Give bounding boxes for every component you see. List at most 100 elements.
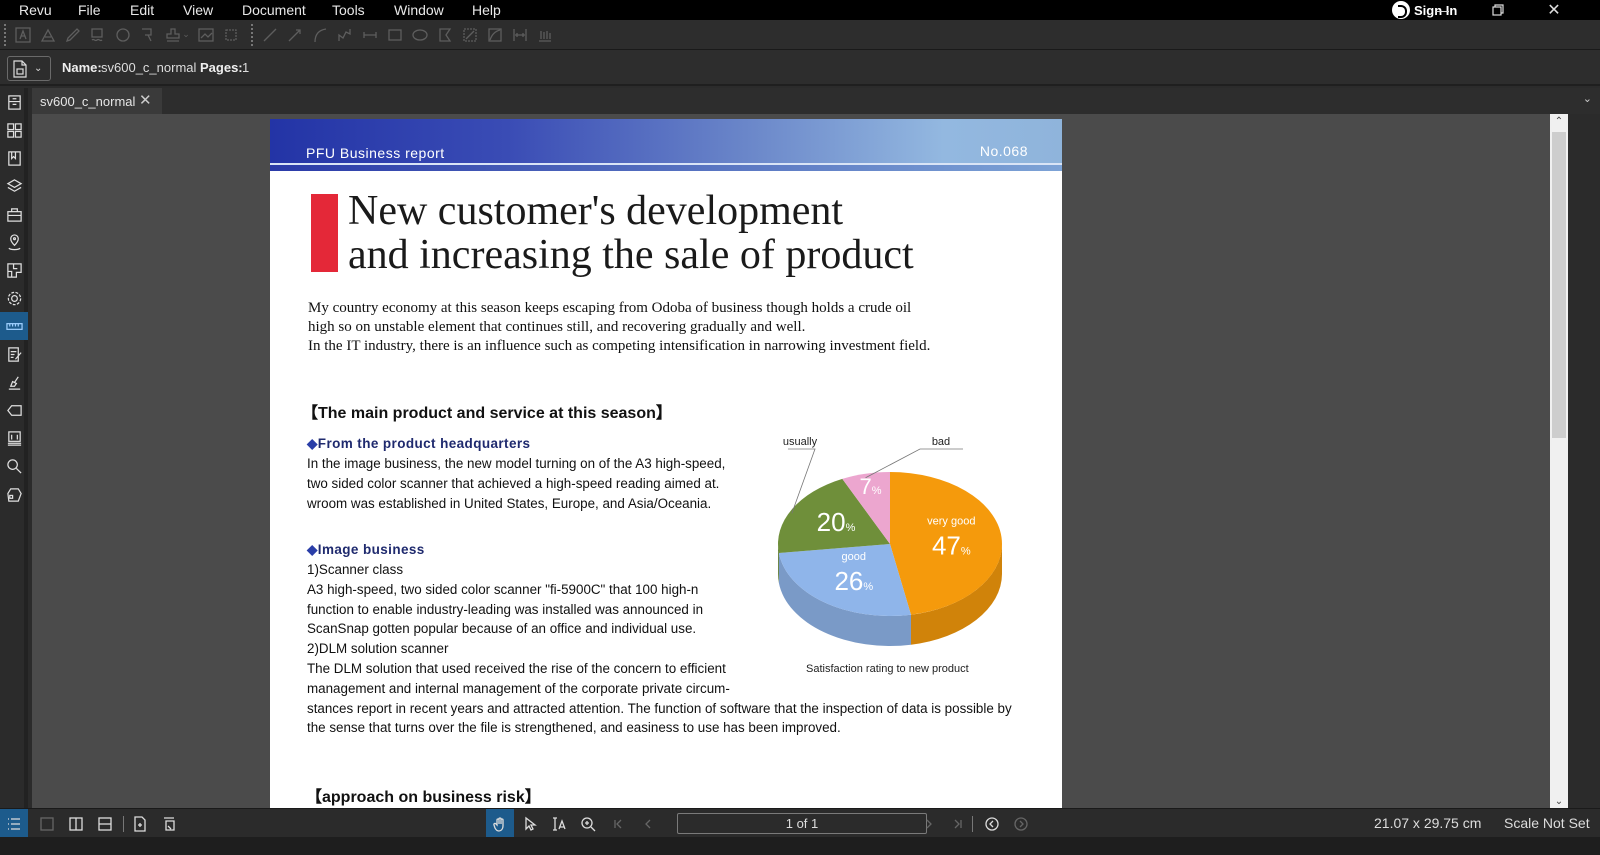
rectangle-tool[interactable] bbox=[384, 24, 406, 46]
tags-button[interactable] bbox=[0, 396, 28, 424]
name-value: sv600_c_normal bbox=[101, 60, 197, 75]
text-line: two sided color scanner that achieved a … bbox=[307, 475, 720, 491]
scroll-down-button[interactable]: ⌄ bbox=[1550, 794, 1568, 808]
close-window-button[interactable]: ✕ bbox=[1534, 0, 1574, 20]
previous-page-icon bbox=[645, 819, 651, 828]
menu-bar: Revu File Edit View Document Tools Windo… bbox=[0, 0, 1600, 20]
bookmarks-button[interactable] bbox=[0, 144, 28, 172]
area-measure-tool[interactable] bbox=[459, 24, 481, 46]
panel-toggle-button[interactable] bbox=[0, 809, 28, 838]
vertical-scrollbar[interactable]: ⌃ ⌄ bbox=[1550, 114, 1568, 808]
layers-button[interactable] bbox=[0, 172, 28, 200]
count-tool[interactable] bbox=[534, 24, 556, 46]
tab-list-chevron-icon[interactable]: ⌄ bbox=[1583, 92, 1592, 105]
left-panel-bar bbox=[0, 88, 28, 808]
restore-button[interactable] bbox=[1478, 0, 1518, 20]
sets-button[interactable] bbox=[0, 424, 28, 452]
select-tool-button[interactable] bbox=[516, 809, 544, 838]
pdf-page: PFU Business report No.068 New customer'… bbox=[270, 119, 1062, 808]
next-view-button[interactable] bbox=[1007, 809, 1035, 838]
toolchest-button[interactable] bbox=[0, 200, 28, 228]
pie-category-label: good bbox=[842, 551, 866, 563]
menu-view[interactable]: View bbox=[183, 2, 213, 18]
document-selector[interactable]: ⌄ bbox=[7, 56, 51, 81]
thumbnails-button[interactable] bbox=[0, 116, 28, 144]
next-page-icon bbox=[926, 819, 932, 828]
sync-button[interactable] bbox=[126, 809, 154, 838]
single-page-button[interactable] bbox=[33, 809, 61, 838]
scroll-up-button[interactable]: ⌃ bbox=[1550, 114, 1568, 128]
chevron-down-icon: ⌄ bbox=[34, 63, 43, 74]
scale-status[interactable]: Scale Not Set bbox=[1504, 815, 1590, 831]
pages-value: 1 bbox=[242, 60, 250, 75]
studio-button[interactable] bbox=[0, 480, 28, 508]
select-text-button[interactable] bbox=[545, 809, 573, 838]
crop-tool[interactable] bbox=[220, 24, 242, 46]
menu-edit[interactable]: Edit bbox=[130, 2, 154, 18]
markups-list-button[interactable] bbox=[0, 340, 28, 368]
subheading-product-hq: ◆From the product headquarters bbox=[307, 436, 530, 452]
pen-tool[interactable] bbox=[62, 24, 84, 46]
bookmarks-icon bbox=[7, 150, 21, 166]
polygon-cloud-tool[interactable] bbox=[112, 24, 134, 46]
close-tab-icon[interactable]: ✕ bbox=[139, 91, 152, 109]
scroll-thumb[interactable] bbox=[1552, 132, 1566, 438]
polygon-tool[interactable] bbox=[434, 24, 456, 46]
signatures-button[interactable] bbox=[0, 368, 28, 396]
status-strip bbox=[0, 837, 1600, 855]
file-access-button[interactable] bbox=[0, 88, 28, 116]
polyline-tool[interactable] bbox=[334, 24, 356, 46]
line-tool[interactable] bbox=[259, 24, 281, 46]
places-button[interactable] bbox=[0, 228, 28, 256]
menu-document[interactable]: Document bbox=[242, 2, 306, 18]
callout-tool[interactable] bbox=[137, 24, 159, 46]
previous-view-button[interactable] bbox=[978, 809, 1006, 838]
toolbar-grip[interactable] bbox=[4, 23, 6, 46]
sets-icon bbox=[7, 430, 21, 446]
list-icon bbox=[8, 817, 20, 830]
page-dimensions: 21.07 x 29.75 cm bbox=[1374, 815, 1482, 831]
crop-icon bbox=[225, 28, 237, 41]
arc-tool[interactable] bbox=[309, 24, 331, 46]
length-measure-tool[interactable] bbox=[509, 24, 531, 46]
first-page-button[interactable] bbox=[604, 809, 632, 838]
properties-button[interactable] bbox=[0, 284, 28, 312]
text-line: stances report in recent years and attra… bbox=[307, 700, 1012, 716]
stamp-tool[interactable]: ⌄ bbox=[162, 24, 192, 46]
highlight-tool[interactable] bbox=[37, 24, 59, 46]
gear-icon bbox=[7, 291, 21, 305]
menu-file[interactable]: File bbox=[78, 2, 101, 18]
page-number-field[interactable]: 1 of 1 bbox=[677, 813, 927, 834]
document-viewport[interactable]: PFU Business report No.068 New customer'… bbox=[32, 114, 1550, 808]
stamp-icon bbox=[166, 27, 180, 42]
ellipse-tool[interactable] bbox=[409, 24, 431, 46]
search-button[interactable] bbox=[0, 452, 28, 480]
menu-tools[interactable]: Tools bbox=[332, 2, 365, 18]
text-line: wroom was established in United States, … bbox=[307, 495, 712, 511]
split-horizontal-button[interactable] bbox=[91, 809, 119, 838]
pan-tool-button[interactable] bbox=[486, 809, 514, 838]
page-setup-button[interactable] bbox=[155, 809, 183, 838]
ellipse-icon bbox=[412, 28, 428, 41]
image-tool[interactable] bbox=[195, 24, 217, 46]
zoom-tool-button[interactable] bbox=[574, 809, 602, 838]
tab-sv600-c-normal[interactable]: sv600_c_normal ✕ bbox=[32, 88, 162, 114]
minimize-button[interactable]: — bbox=[1422, 0, 1462, 20]
split-vertical-button[interactable] bbox=[62, 809, 90, 838]
spaces-button[interactable] bbox=[0, 256, 28, 284]
next-page-button[interactable] bbox=[915, 809, 943, 838]
perimeter-tool[interactable] bbox=[484, 24, 506, 46]
length-measure-icon bbox=[513, 28, 527, 41]
menu-revu[interactable]: Revu bbox=[19, 2, 52, 18]
last-page-button[interactable] bbox=[944, 809, 972, 838]
arc-icon bbox=[314, 27, 327, 42]
cloud-callout-tool[interactable] bbox=[87, 24, 109, 46]
menu-help[interactable]: Help bbox=[472, 2, 501, 18]
dimension-tool[interactable] bbox=[359, 24, 381, 46]
arrow-tool[interactable] bbox=[284, 24, 306, 46]
previous-page-button[interactable] bbox=[634, 809, 662, 838]
bottom-separator bbox=[123, 816, 124, 832]
text-box-tool[interactable] bbox=[12, 24, 34, 46]
menu-window[interactable]: Window bbox=[394, 2, 444, 18]
measurements-button[interactable] bbox=[0, 312, 28, 340]
